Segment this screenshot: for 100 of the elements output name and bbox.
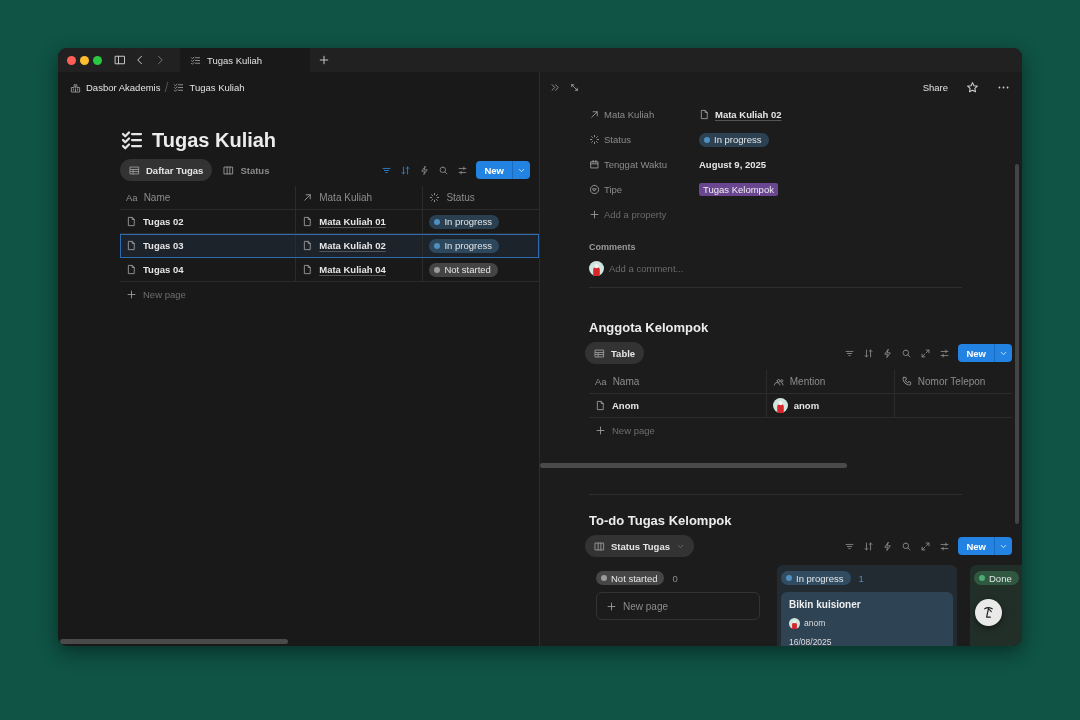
settings-icon[interactable] [939,347,951,359]
column-header[interactable]: Mata Kuliah [296,186,424,209]
property-label[interactable]: Tenggat Waktu [589,159,699,170]
task-name[interactable]: Tugas 02 [143,216,184,227]
task-card[interactable]: Bikin kuisioner anom 16/08/2025 [781,592,953,646]
double-chevron-icon[interactable] [550,81,561,93]
plus-icon [126,288,137,300]
checklist-icon [173,81,185,93]
expand-icon[interactable] [569,81,580,93]
help-icon [981,605,996,620]
plus-icon [589,209,600,220]
member-name[interactable]: Anom [612,400,639,411]
circle-caret-icon [589,184,600,195]
new-page-button[interactable]: New page [596,592,760,620]
card-title: Bikin kuisioner [789,598,862,611]
property-label[interactable]: Status [589,134,699,145]
view-dropdown[interactable]: Status Tugas [585,535,694,557]
browser-tab[interactable]: Tugas Kuliah [180,48,310,72]
type-tag[interactable]: Tugas Kelompok [699,183,778,196]
sort-icon[interactable] [400,164,412,176]
property-label[interactable]: Mata Kuliah [589,109,699,120]
property-label[interactable]: Tipe [589,184,699,195]
status-tag: In progress [429,238,499,253]
page-icon [699,109,710,120]
building-icon [70,81,81,93]
plus-icon [606,600,617,612]
page-icon [126,216,137,227]
sort-icon[interactable] [863,540,875,552]
section-title: Anggota Kelompok [589,319,710,337]
phone-icon [900,376,912,387]
plus-icon [595,424,606,436]
maximize-button[interactable] [93,55,102,65]
lightning-icon[interactable] [419,164,431,176]
sort-icon[interactable] [863,347,875,359]
mention-name[interactable]: anom [793,400,820,411]
calendar-icon [589,159,600,170]
close-button[interactable] [67,55,76,65]
view-tab[interactable]: Table [585,342,645,364]
column-header[interactable]: Aa Nama [589,370,767,393]
table-row[interactable]: Tugas 04 Mata Kuliah 04 Not started [120,258,539,282]
lightning-icon[interactable] [882,540,894,552]
avatar-icon [789,618,800,629]
page-icon [126,264,137,275]
table-icon [594,347,605,359]
status-tag: Done [974,571,1019,585]
scrollbar[interactable] [60,639,288,644]
expand-icon[interactable] [920,347,932,359]
star-icon[interactable] [966,80,979,94]
column-header[interactable]: Aa Name [120,186,297,209]
minimize-button[interactable] [80,55,89,65]
relation-link[interactable]: Mata Kuliah 04 [319,264,386,275]
page-icon [595,400,606,411]
relation-link[interactable]: Mata Kuliah 02 [715,109,782,120]
text-type-icon: Aa [595,376,607,387]
date-value[interactable]: August 9, 2025 [699,159,767,170]
scrollbar[interactable] [540,463,847,468]
new-tab-icon[interactable] [318,54,330,66]
board-icon [594,540,605,552]
card-date: 16/08/2025 [789,637,833,646]
page-icon [126,240,137,251]
view-tab[interactable]: Daftar Tugas [120,159,213,181]
status-tag: Not started [596,571,665,585]
breadcrumb-link[interactable]: Tugas Kuliah [173,81,245,93]
avatar-icon [589,260,604,276]
lightning-icon[interactable] [882,347,894,359]
expand-icon[interactable] [920,540,932,552]
share-button[interactable]: Share [922,81,948,93]
column-header[interactable]: Nomor Telepon [894,370,1012,393]
search-icon[interactable] [901,540,913,552]
new-page-button[interactable]: New page [120,282,539,306]
group-count: 1 [858,572,864,584]
page-icon [302,240,314,251]
relation-link[interactable]: Mata Kuliah 02 [319,240,386,251]
task-name[interactable]: Tugas 03 [143,240,184,251]
search-icon[interactable] [901,347,913,359]
breadcrumb-link[interactable]: Dasbor Akademis [70,81,161,93]
status-tag: In progress [781,571,851,585]
arrow-icon [589,109,600,120]
person-name: anom [804,618,826,629]
view-tab[interactable]: Status [214,159,279,181]
sidebar-icon[interactable] [114,54,126,66]
status-tag[interactable]: In progress [699,132,769,147]
checklist-icon [190,54,201,66]
task-name[interactable]: Tugas 04 [143,264,184,275]
settings-icon[interactable] [939,540,951,552]
comments-heading: Comments [589,241,637,254]
search-icon[interactable] [438,164,450,176]
relation-link[interactable]: Mata Kuliah 01 [319,216,386,227]
help-button[interactable] [975,599,1002,626]
table-icon [129,164,140,176]
settings-icon[interactable] [457,164,469,176]
column-header[interactable]: Mention [766,370,895,393]
checklist-icon [120,128,144,152]
page-icon [302,264,314,275]
table-row[interactable]: Tugas 03 Mata Kuliah 02 In progress [120,234,539,258]
comment-field[interactable]: Add a comment... [609,262,809,274]
scrollbar[interactable] [1015,164,1019,524]
column-header[interactable]: Status [423,186,539,209]
group-count: 0 [672,572,678,584]
people-icon [772,376,784,387]
